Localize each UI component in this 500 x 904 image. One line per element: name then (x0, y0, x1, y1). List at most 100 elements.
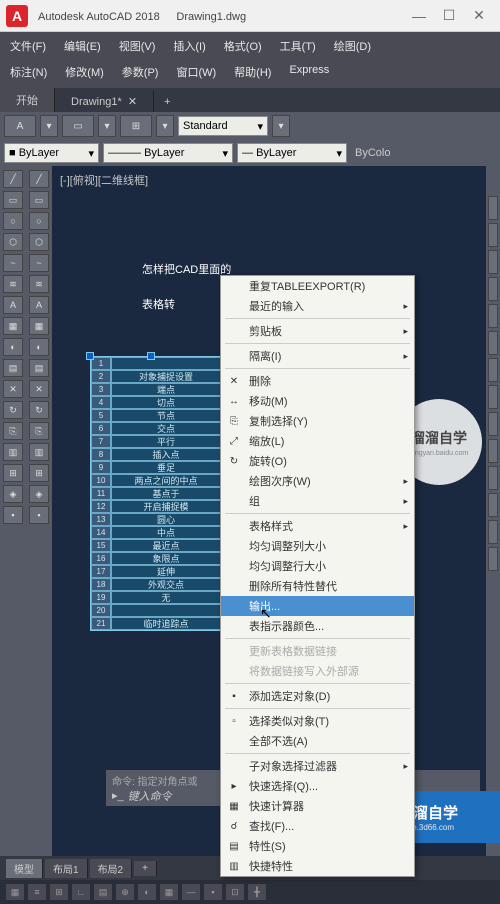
linetype-dropdown[interactable]: ——— ByLayer▾ (103, 143, 233, 163)
tool-button[interactable]: ◐ (3, 338, 23, 356)
tool-button[interactable]: ▦ (29, 317, 49, 335)
menu-item[interactable]: 文件(F) (8, 36, 48, 56)
lineweight-dropdown[interactable]: — ByLayer▾ (237, 143, 347, 163)
ctx-calc[interactable]: ▦快速计算器 (221, 796, 414, 816)
tool-button[interactable]: ✕ (29, 380, 49, 398)
table-row[interactable]: 6交点 (91, 422, 221, 435)
menu-item[interactable]: 视图(V) (117, 36, 158, 56)
color-dropdown[interactable]: ByColo (351, 143, 401, 163)
tool-button[interactable]: ⎘ (29, 422, 49, 440)
tool-button[interactable]: ≋ (3, 275, 23, 293)
status-button[interactable]: ▤ (94, 884, 112, 900)
maximize-button[interactable]: ☐ (434, 4, 464, 28)
ribbon-btn-1[interactable]: A (4, 115, 36, 137)
tool-button[interactable]: ◈ (3, 485, 23, 503)
ctx-export[interactable]: 输出... (221, 596, 414, 616)
menu-item[interactable]: 工具(T) (278, 36, 318, 56)
menu-item[interactable]: 参数(P) (120, 62, 161, 82)
ctx-addsel[interactable]: ▪添加选定对象(D) (221, 686, 414, 706)
nav-button[interactable] (488, 520, 498, 544)
tool-button[interactable]: ✕ (3, 380, 23, 398)
table-row[interactable]: 21临时追踪点 (91, 617, 221, 630)
ctx-clipboard[interactable]: 剪贴板▸ (221, 321, 414, 341)
tool-button[interactable]: ▥ (29, 443, 49, 461)
table-row[interactable]: 2对象捕捉设置 (91, 370, 221, 383)
ctx-rowsize[interactable]: 均匀调整行大小 (221, 556, 414, 576)
minimize-button[interactable]: — (404, 4, 434, 28)
table-row[interactable]: 1 (91, 357, 221, 370)
tool-button[interactable]: ↻ (29, 401, 49, 419)
tool-button[interactable]: ◐ (29, 338, 49, 356)
ctx-selsim[interactable]: ▫选择类似对象(T) (221, 711, 414, 731)
ctx-find[interactable]: ☌查找(F)... (221, 816, 414, 836)
table-row[interactable]: 13圆心 (91, 513, 221, 526)
menu-item[interactable]: Express (287, 62, 331, 82)
status-button[interactable]: ▦ (160, 884, 178, 900)
nav-button[interactable] (488, 358, 498, 382)
ctx-qprops[interactable]: ▥快捷特性 (221, 856, 414, 876)
ctx-colsize[interactable]: 均匀调整列大小 (221, 536, 414, 556)
grip-2[interactable] (147, 352, 155, 360)
add-layout-button[interactable]: + (134, 861, 157, 876)
ctx-remove[interactable]: 删除所有特性替代 (221, 576, 414, 596)
ribbon-btn-2[interactable]: ▭ (62, 115, 94, 137)
table-row[interactable]: 4切点 (91, 396, 221, 409)
nav-button[interactable] (488, 547, 498, 571)
tool-button[interactable]: ○ (3, 212, 23, 230)
table-row[interactable]: 18外观交点 (91, 578, 221, 591)
tab-drawing[interactable]: Drawing1* ✕ (55, 91, 154, 112)
ribbon-dd-2[interactable]: ▾ (98, 115, 116, 137)
cad-table[interactable]: 12对象捕捉设置3端点4切点5节点6交点7平行8插入点9垂足10两点之间的中点1… (90, 356, 222, 631)
style-dropdown[interactable]: Standard▾ (178, 116, 268, 136)
table-row[interactable]: 3端点 (91, 383, 221, 396)
tool-button[interactable]: ▦ (3, 317, 23, 335)
menu-item[interactable]: 格式(O) (222, 36, 264, 56)
menu-item[interactable]: 窗口(W) (174, 62, 218, 82)
table-row[interactable]: 10两点之间的中点 (91, 474, 221, 487)
nav-button[interactable] (488, 385, 498, 409)
status-button[interactable]: ⊕ (116, 884, 134, 900)
tool-button[interactable]: ⬡ (29, 233, 49, 251)
ctx-indcolor[interactable]: 表指示器颜色... (221, 616, 414, 636)
table-row[interactable]: 17延伸 (91, 565, 221, 578)
status-button[interactable]: ⊡ (226, 884, 244, 900)
nav-button[interactable] (488, 250, 498, 274)
tool-button[interactable]: A (29, 296, 49, 314)
tool-button[interactable]: ▤ (3, 359, 23, 377)
ctx-repeat[interactable]: 重复TABLEEXPORT(R) (221, 276, 414, 296)
tool-button[interactable]: ↻ (3, 401, 23, 419)
tool-button[interactable]: ▥ (3, 443, 23, 461)
menu-item[interactable]: 标注(N) (8, 62, 49, 82)
nav-button[interactable] (488, 304, 498, 328)
nav-button[interactable] (488, 223, 498, 247)
model-tab[interactable]: 模型 (6, 859, 43, 878)
new-tab-button[interactable]: + (154, 92, 180, 112)
ctx-qsel[interactable]: ▸快速选择(Q)... (221, 776, 414, 796)
nav-button[interactable] (488, 493, 498, 517)
table-row[interactable]: 15最近点 (91, 539, 221, 552)
ribbon-btn-4[interactable]: ▾ (272, 115, 290, 137)
table-row[interactable]: 16象限点 (91, 552, 221, 565)
ribbon-dd-3[interactable]: ▾ (156, 115, 174, 137)
menu-item[interactable]: 编辑(E) (62, 36, 103, 56)
ctx-recent[interactable]: 最近的输入▸ (221, 296, 414, 316)
ctx-move[interactable]: ↔移动(M) (221, 391, 414, 411)
tool-button[interactable]: ⬡ (3, 233, 23, 251)
tool-button[interactable]: ⊞ (29, 464, 49, 482)
table-row[interactable]: 8插入点 (91, 448, 221, 461)
nav-button[interactable] (488, 412, 498, 436)
tool-button[interactable]: ~ (3, 254, 23, 272)
ctx-desel[interactable]: 全部不选(A) (221, 731, 414, 751)
ctx-tblstyle[interactable]: 表格样式▸ (221, 516, 414, 536)
close-button[interactable]: ✕ (464, 4, 494, 28)
tool-button[interactable]: ▪ (3, 506, 23, 524)
viewport-label[interactable]: [-][俯视][二维线框] (60, 172, 148, 188)
table-row[interactable]: 20 (91, 604, 221, 617)
tool-button[interactable]: A (3, 296, 23, 314)
ctx-props[interactable]: ▤特性(S) (221, 836, 414, 856)
nav-button[interactable] (488, 331, 498, 355)
ctx-filter[interactable]: 子对象选择过滤器▸ (221, 756, 414, 776)
status-button[interactable]: ╋ (248, 884, 266, 900)
table-row[interactable]: 19无 (91, 591, 221, 604)
tab-start[interactable]: 开始 (0, 88, 55, 112)
